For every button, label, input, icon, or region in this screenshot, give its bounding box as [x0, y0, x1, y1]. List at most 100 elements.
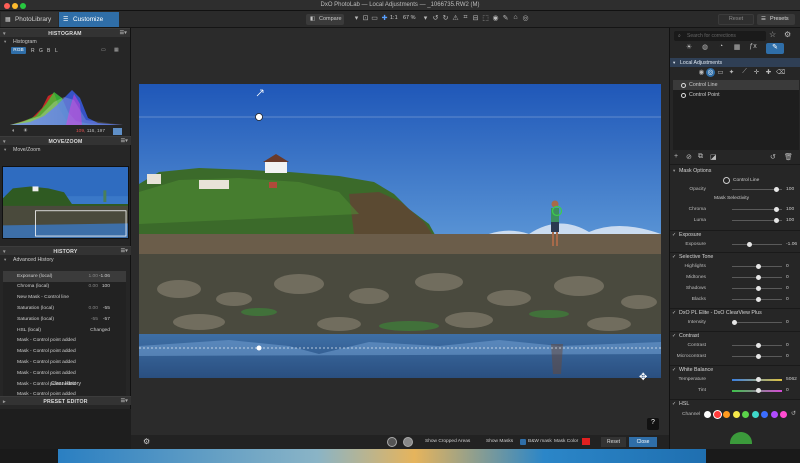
- mask-overlay-icon[interactable]: [403, 437, 413, 447]
- light-palette-icon[interactable]: ☀: [683, 43, 695, 54]
- selective-tone-title[interactable]: Selective Tone: [679, 254, 713, 260]
- enable-checkmark-icon[interactable]: ✓: [672, 254, 676, 260]
- microcontrast-value[interactable]: 0: [786, 354, 800, 359]
- mask-display-icon[interactable]: [387, 437, 397, 447]
- slider-knob[interactable]: [747, 242, 753, 247]
- panel-menu-icon[interactable]: ☰▾: [121, 248, 128, 254]
- exposure-value[interactable]: -1.06: [786, 242, 800, 247]
- channel-g-button[interactable]: G: [39, 48, 43, 54]
- crop-tool-icon[interactable]: ⌗: [461, 14, 470, 24]
- panel-menu-icon[interactable]: ☰▾: [120, 30, 127, 36]
- perspective-icon[interactable]: ⬚: [481, 14, 490, 24]
- history-row[interactable]: Mask - Control point added: [3, 347, 126, 358]
- temperature-slider[interactable]: [732, 377, 782, 382]
- rotate-right-icon[interactable]: ↻: [441, 14, 450, 24]
- search-input[interactable]: ⌕ Search for corrections: [674, 31, 766, 41]
- invert-mask-icon[interactable]: ⊘: [686, 153, 692, 161]
- show-cropped-areas-toggle[interactable]: Show Cropped Areas: [425, 439, 470, 444]
- close-button[interactable]: Close: [629, 437, 657, 447]
- reset-local-button[interactable]: Reset: [601, 437, 626, 447]
- slider-knob[interactable]: [732, 320, 737, 325]
- chroma-slider[interactable]: [732, 207, 782, 212]
- eye-icon[interactable]: ◉: [697, 68, 706, 77]
- move-zoom-subheader[interactable]: ▾ Move/Zoom: [0, 145, 131, 154]
- trash-icon[interactable]: 🗑: [784, 153, 793, 161]
- help-button[interactable]: ?: [647, 418, 659, 430]
- shadows-slider[interactable]: [732, 286, 782, 291]
- history-row[interactable]: Saturation (local) -55 -57: [3, 314, 126, 325]
- control-line-tool-icon[interactable]: ✚: [764, 68, 773, 77]
- mask-options-title[interactable]: ▾ Mask Options: [673, 168, 711, 174]
- history-row[interactable]: New Mask - Control line: [3, 293, 126, 304]
- hsl-swatch[interactable]: [751, 411, 759, 418]
- red-eye-icon[interactable]: ◉: [491, 14, 500, 24]
- hsl-swatch[interactable]: [742, 411, 749, 418]
- channel-r-button[interactable]: R: [31, 48, 35, 54]
- shadow-clip-icon[interactable]: ◐: [12, 128, 15, 134]
- enable-checkmark-icon[interactable]: ✓: [672, 367, 676, 373]
- history-subheader[interactable]: ▾ Advanced History: [0, 255, 131, 264]
- slider-knob[interactable]: [755, 275, 761, 280]
- hsl-swatch[interactable]: [723, 411, 730, 418]
- luma-slider[interactable]: [732, 218, 782, 223]
- brush-icon[interactable]: ✦: [727, 68, 736, 77]
- mask-settings-icon[interactable]: ◪: [710, 153, 717, 161]
- rectangle-mask-icon[interactable]: ▭: [716, 68, 725, 77]
- local-adjustments-palette-icon[interactable]: ✎: [766, 43, 784, 54]
- hsl-swatch[interactable]: [704, 411, 711, 418]
- tab-customize[interactable]: ☰ Customize: [59, 12, 119, 27]
- zoom-1to1-button[interactable]: 1:1: [390, 15, 398, 21]
- channel-rgb-button[interactable]: RGB: [11, 47, 26, 54]
- move-zoom-panel-header[interactable]: ▾ MOVE/ZOOM ☰▾: [0, 136, 131, 145]
- hsl-color-wheel[interactable]: [730, 432, 752, 444]
- white-balance-title[interactable]: White Balance: [679, 367, 713, 373]
- slider-knob[interactable]: [774, 218, 780, 223]
- detail-palette-icon[interactable]: ◔: [715, 43, 727, 54]
- contrast-title[interactable]: Contrast: [679, 333, 699, 339]
- rotate-icon[interactable]: ↺: [431, 14, 440, 24]
- channel-b-button[interactable]: B: [47, 48, 50, 54]
- undo-icon[interactable]: ↺: [770, 153, 776, 161]
- image-viewer[interactable]: ✥ ?: [131, 28, 669, 435]
- luma-value[interactable]: 100: [786, 218, 800, 223]
- mask-item-control-line[interactable]: Control Line: [673, 80, 799, 90]
- midtones-slider[interactable]: [732, 275, 782, 280]
- preset-editor-panel-header[interactable]: ▸ PRESET EDITOR ☰▾: [0, 396, 131, 405]
- dropdown-arrow-icon[interactable]: ▾: [352, 14, 361, 24]
- enable-checkmark-icon[interactable]: ✓: [672, 232, 676, 238]
- hsl-title[interactable]: HSL: [679, 401, 689, 407]
- slider-knob[interactable]: [755, 377, 761, 382]
- navigator-thumbnail[interactable]: [2, 166, 129, 239]
- repair-icon[interactable]: ✎: [501, 14, 510, 24]
- blacks-value[interactable]: 0: [786, 297, 800, 302]
- history-row[interactable]: Mask - Control point added: [3, 336, 126, 347]
- local-adjustments-header[interactable]: ▾ Local Adjustments: [670, 58, 800, 67]
- compare-button[interactable]: ◧ Compare: [306, 14, 344, 25]
- hsl-swatch[interactable]: [761, 411, 768, 418]
- slider-knob[interactable]: [774, 207, 780, 212]
- mask-view-icon[interactable]: ◎: [706, 68, 715, 77]
- clear-history-button[interactable]: Clear History: [40, 381, 92, 390]
- panel-menu-icon[interactable]: ☰▾: [121, 138, 128, 144]
- hsl-swatch[interactable]: [770, 411, 778, 418]
- eye-icon[interactable]: ◎: [521, 14, 530, 24]
- enable-checkmark-icon[interactable]: ✓: [672, 333, 676, 339]
- histogram-panel-header[interactable]: ▾ HISTOGRAM ☰▾: [0, 28, 130, 37]
- mask-color-swatch[interactable]: [582, 438, 590, 445]
- slider-knob[interactable]: [755, 264, 761, 269]
- tab-photolibrary[interactable]: ▦ PhotoLibrary: [1, 12, 58, 27]
- star-icon[interactable]: ☆: [769, 30, 776, 39]
- slider-knob[interactable]: [755, 343, 761, 348]
- duplicate-mask-icon[interactable]: ⧉: [698, 153, 703, 161]
- local-adjust-icon[interactable]: ⌂: [511, 14, 520, 24]
- reset-button[interactable]: Reset: [718, 14, 754, 25]
- zoom-dropdown-icon[interactable]: ▾: [421, 14, 430, 24]
- move-icon[interactable]: ✚: [380, 14, 389, 24]
- intensity-value[interactable]: 0: [786, 320, 800, 325]
- history-row[interactable]: Mask - Control point added: [3, 368, 126, 379]
- contrast-value[interactable]: 0: [786, 343, 800, 348]
- reset-hsl-icon[interactable]: ↺: [791, 410, 796, 417]
- warning-icon[interactable]: ⚠: [451, 14, 460, 24]
- eraser-icon[interactable]: ⌫: [776, 68, 785, 77]
- color-palette-icon[interactable]: ◍: [699, 43, 711, 54]
